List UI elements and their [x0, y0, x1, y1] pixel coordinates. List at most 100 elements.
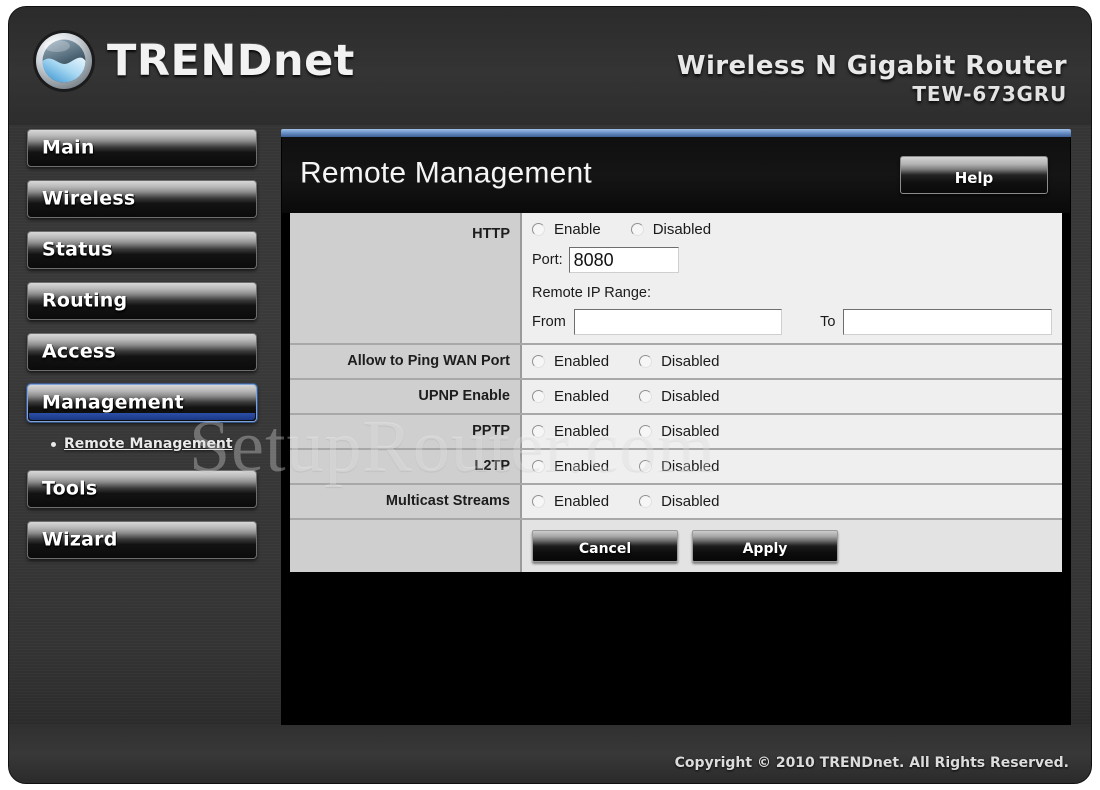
table-row-multicast: Multicast Streams Enabled Disabled [290, 484, 1062, 520]
sidebar-item-management[interactable]: Management [27, 384, 257, 422]
sidebar-item-label: Wizard [42, 528, 118, 551]
page-title: Remote Management [300, 156, 592, 190]
sidebar-item-access[interactable]: Access [27, 333, 257, 371]
remote-ip-range-label: Remote IP Range: [532, 285, 652, 301]
row-fields-multicast: Enabled Disabled [521, 484, 1062, 520]
to-label: To [820, 314, 836, 330]
radio-circle-icon [630, 223, 644, 236]
page-footer: Copyright © 2010 TRENDnet. All Rights Re… [9, 725, 1091, 783]
pptp-disabled-radio[interactable]: Disabled [639, 423, 719, 440]
upnp-enabled-label: Enabled [554, 388, 610, 405]
product-line-title: Wireless N Gigabit Router [676, 51, 1067, 81]
settings-table: HTTP Enable Disabled Port: 8080 Remote I… [290, 213, 1062, 572]
radio-circle-icon [639, 355, 653, 368]
brand-name: TRENDnet [107, 36, 355, 86]
row-fields-ping-wan: Enabled Disabled [521, 344, 1062, 380]
actions-cell: Cancel Apply [521, 519, 1062, 572]
remote-ip-range-group: From To [532, 309, 1052, 335]
row-label-http: HTTP [290, 213, 522, 345]
row-fields-upnp: Enabled Disabled [521, 379, 1062, 415]
sidebar-item-label: Status [42, 238, 113, 261]
sidebar-item-label: Routing [42, 289, 128, 312]
l2tp-enabled-radio[interactable]: Enabled [532, 458, 609, 475]
model-number: TEW-673GRU [912, 82, 1067, 106]
apply-button[interactable]: Apply [692, 530, 838, 562]
multicast-disabled-radio[interactable]: Disabled [639, 493, 719, 510]
sidebar-item-tools[interactable]: Tools [27, 470, 257, 508]
sidebar-item-label: Access [42, 340, 116, 363]
table-row-actions: Cancel Apply [290, 519, 1062, 572]
radio-circle-icon [532, 390, 545, 403]
ping-wan-disabled-label: Disabled [661, 353, 720, 370]
brand-logo[interactable]: TRENDnet [31, 28, 355, 94]
settings-form: HTTP Enable Disabled Port: 8080 Remote I… [281, 213, 1071, 725]
pptp-enabled-radio[interactable]: Enabled [532, 423, 609, 440]
http-disabled-radio[interactable]: Disabled [630, 221, 712, 238]
radio-circle-icon [532, 425, 545, 438]
http-enable-radio[interactable]: Enable [532, 221, 601, 238]
actions-spacer [290, 519, 522, 572]
pptp-radio-group: Enabled Disabled [532, 423, 1052, 440]
sidebar-subitem-remote-management[interactable]: Remote Management [27, 431, 275, 458]
radio-circle-icon [532, 223, 545, 236]
port-input[interactable] [568, 247, 679, 273]
radio-circle-icon [532, 355, 545, 368]
row-label-ping-wan: Allow to Ping WAN Port [290, 344, 522, 380]
multicast-disabled-label: Disabled [661, 493, 720, 510]
sidebar-item-status[interactable]: Status [27, 231, 257, 269]
sidebar-item-routing[interactable]: Routing [27, 282, 257, 320]
radio-circle-icon [639, 390, 653, 403]
table-row-upnp: UPNP Enable Enabled Disabled [290, 379, 1062, 415]
multicast-enabled-radio[interactable]: Enabled [532, 493, 609, 510]
content-panel: Remote Management Help HTTP Enable Disab… [281, 129, 1071, 725]
row-label-upnp: UPNP Enable [290, 379, 522, 415]
pptp-disabled-label: Disabled [661, 423, 720, 440]
remote-ip-to-input[interactable] [843, 309, 1052, 335]
cancel-button-label: Cancel [578, 540, 632, 557]
upnp-radio-group: Enabled Disabled [532, 388, 1052, 405]
ping-wan-disabled-radio[interactable]: Disabled [639, 353, 719, 370]
router-admin-page: TRENDnet Wireless N Gigabit Router TEW-6… [0, 0, 1100, 790]
http-enable-label: Enable [554, 221, 601, 238]
l2tp-radio-group: Enabled Disabled [532, 458, 1052, 475]
sidebar-item-label: Main [42, 136, 95, 159]
sidebar-item-label: Wireless [42, 187, 136, 210]
sidebar-item-label: Management [42, 391, 184, 414]
help-button-label: Help [954, 169, 994, 187]
panel-accent-bar [281, 129, 1071, 137]
remote-ip-from-input[interactable] [573, 309, 783, 335]
from-label: From [532, 314, 566, 330]
l2tp-disabled-radio[interactable]: Disabled [639, 458, 719, 475]
sidebar-nav: Main Wireless Status Routing Access Mana… [27, 129, 275, 572]
sidebar-item-wizard[interactable]: Wizard [27, 521, 257, 559]
radio-circle-icon [532, 495, 545, 508]
http-disabled-label: Disabled [652, 221, 712, 238]
upnp-enabled-radio[interactable]: Enabled [532, 388, 609, 405]
table-row-l2tp: L2TP Enabled Disabled [290, 449, 1062, 485]
l2tp-enabled-label: Enabled [554, 458, 610, 475]
row-fields-http: Enable Disabled Port: 8080 Remote IP Ran… [521, 213, 1062, 345]
product-identity: Wireless N Gigabit Router TEW-673GRU [677, 51, 1067, 106]
radio-circle-icon [532, 460, 545, 473]
help-button[interactable]: Help [900, 156, 1048, 194]
radio-circle-icon [639, 495, 653, 508]
cancel-button[interactable]: Cancel [532, 530, 678, 562]
upnp-disabled-label: Disabled [661, 388, 720, 405]
trendnet-globe-icon [33, 30, 95, 92]
form-actions: Cancel Apply [532, 530, 1052, 562]
sidebar-item-label: Tools [42, 477, 98, 500]
table-row-ping-wan: Allow to Ping WAN Port Enabled Disabled [290, 344, 1062, 380]
page-header: TRENDnet Wireless N Gigabit Router TEW-6… [9, 7, 1091, 125]
device-ui-shell: TRENDnet Wireless N Gigabit Router TEW-6… [8, 6, 1092, 784]
table-row-pptp: PPTP Enabled Disabled [290, 414, 1062, 450]
upnp-disabled-radio[interactable]: Disabled [639, 388, 719, 405]
sidebar-submenu: Remote Management [27, 431, 275, 458]
row-fields-l2tp: Enabled Disabled [521, 449, 1062, 485]
table-row-http: HTTP Enable Disabled Port: 8080 Remote I… [290, 213, 1062, 345]
multicast-enabled-label: Enabled [554, 493, 610, 510]
ping-wan-enabled-radio[interactable]: Enabled [532, 353, 609, 370]
sidebar-item-wireless[interactable]: Wireless [27, 180, 257, 218]
copyright-text: Copyright © 2010 TRENDnet. All Rights Re… [674, 755, 1069, 771]
sidebar-subitem-label: Remote Management [64, 436, 233, 452]
sidebar-item-main[interactable]: Main [27, 129, 257, 167]
